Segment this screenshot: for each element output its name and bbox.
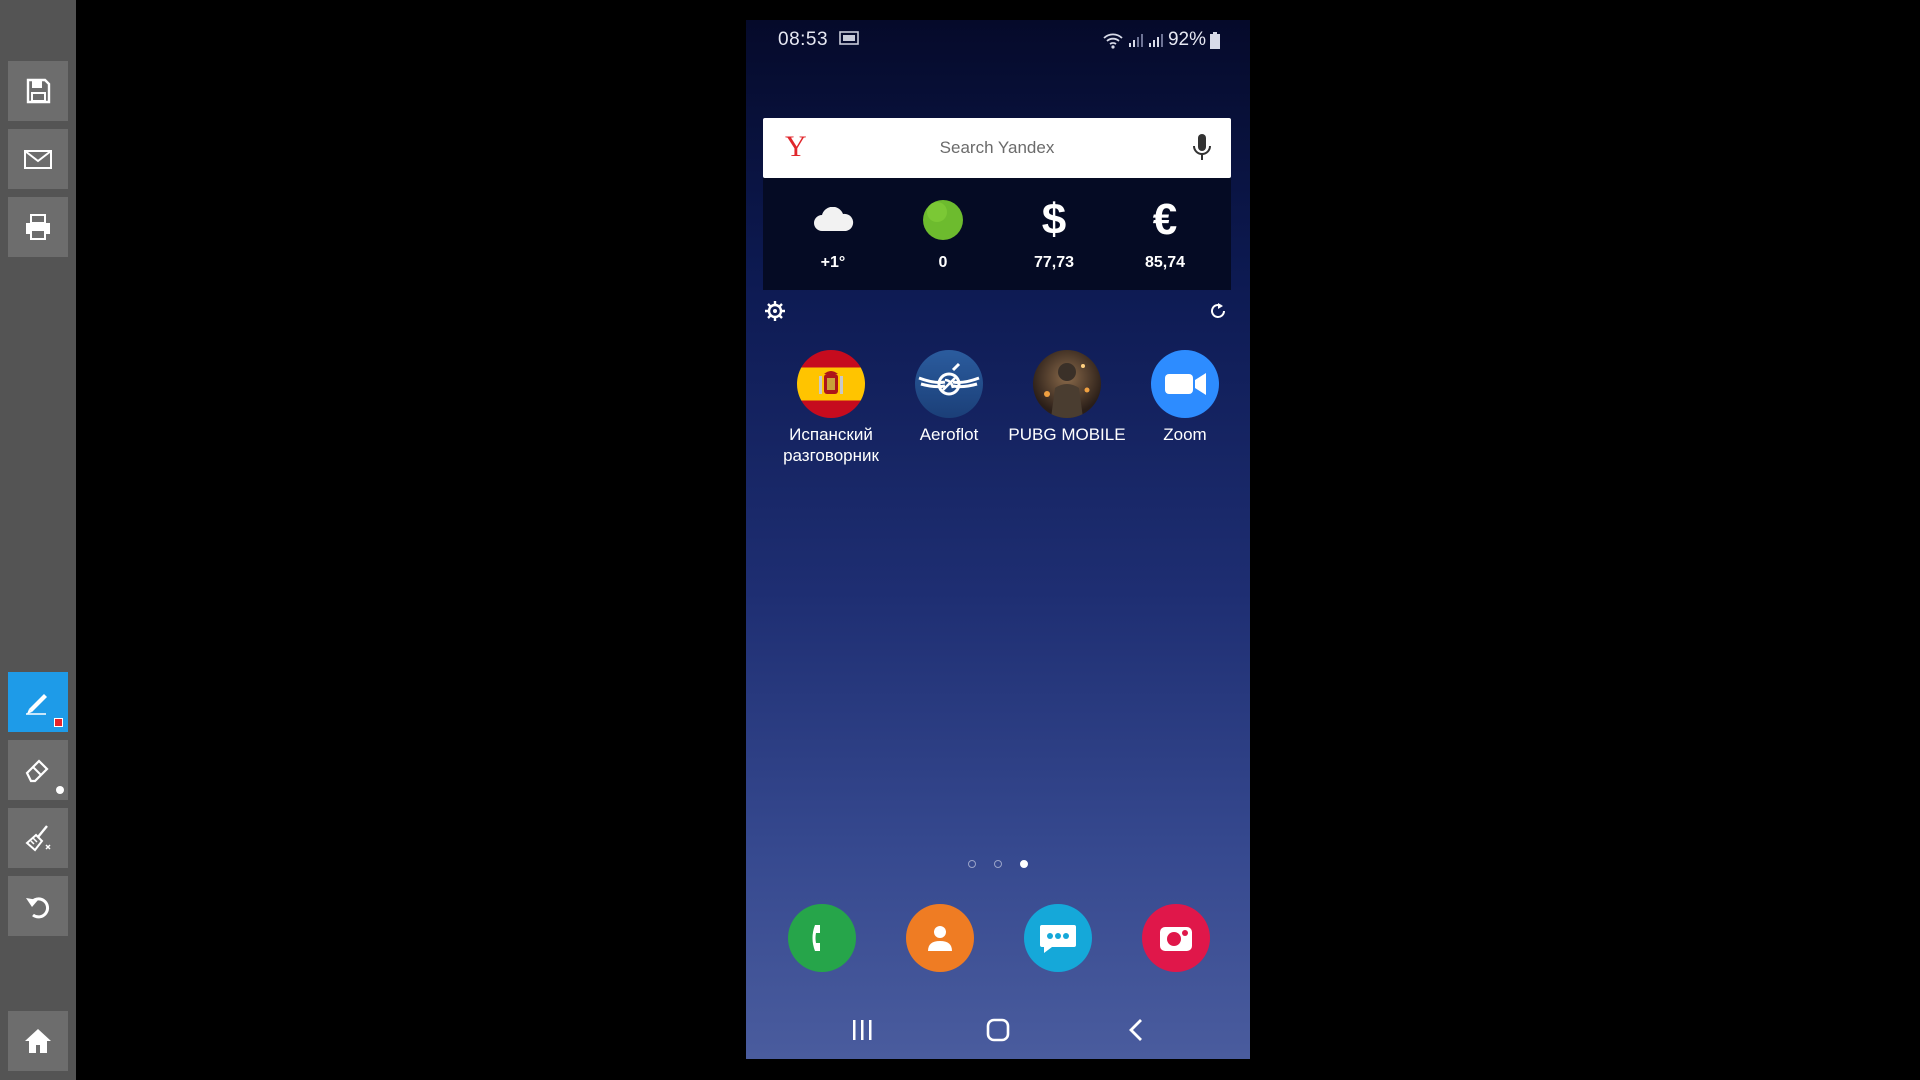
contacts-icon bbox=[928, 926, 952, 951]
page-dot-active[interactable] bbox=[1020, 860, 1028, 868]
app-aeroflot[interactable]: Aeroflot bbox=[890, 350, 1008, 445]
battery-percent: 92% bbox=[1167, 29, 1206, 50]
search-placeholder: Search Yandex bbox=[939, 138, 1055, 157]
recent-apps-icon bbox=[853, 1020, 872, 1040]
traffic-widget[interactable]: 0 bbox=[898, 178, 988, 290]
battery-icon bbox=[1210, 31, 1220, 49]
eraser-tool-button[interactable] bbox=[8, 740, 68, 800]
cloud-icon bbox=[814, 207, 854, 231]
app-spanish-phrasebook[interactable]: Испанский разговорник bbox=[772, 350, 890, 466]
traffic-value: 0 bbox=[938, 254, 948, 271]
app-label: Испанский разговорник bbox=[783, 425, 879, 465]
nav-recent-apps-button[interactable] bbox=[842, 1010, 882, 1050]
weather-value: +1° bbox=[820, 254, 846, 271]
app-label: Aeroflot bbox=[919, 425, 979, 444]
page-dot[interactable] bbox=[994, 860, 1002, 868]
zoom-icon bbox=[1151, 350, 1219, 418]
euro-icon: € bbox=[1152, 195, 1178, 244]
print-button[interactable] bbox=[8, 197, 68, 257]
printer-icon bbox=[26, 214, 50, 240]
gear-icon[interactable] bbox=[764, 300, 786, 322]
usd-value: 77,73 bbox=[1033, 254, 1075, 271]
usd-rate-widget[interactable]: $ 77,73 bbox=[1009, 178, 1099, 290]
undo-icon bbox=[26, 897, 49, 919]
save-icon bbox=[26, 78, 51, 104]
aeroflot-icon bbox=[915, 350, 983, 418]
app-label: Zoom bbox=[1163, 425, 1207, 444]
screen-cast-icon bbox=[839, 31, 859, 45]
app-label: PUBG MOBILE bbox=[1008, 425, 1126, 444]
weather-widget[interactable]: +1° bbox=[788, 178, 878, 290]
yandex-search-bar[interactable]: Y Search Yandex bbox=[763, 118, 1231, 178]
signal-icon bbox=[1128, 34, 1143, 47]
wifi-icon bbox=[1103, 33, 1123, 49]
app-zoom[interactable]: Zoom bbox=[1126, 350, 1244, 445]
envelope-icon bbox=[24, 150, 52, 169]
left-toolbar bbox=[0, 0, 76, 1080]
phone-screen: 08:53 92% Y Search Yandex +1° 0 $ 77,73 … bbox=[746, 20, 1250, 1059]
undo-button[interactable] bbox=[8, 876, 68, 936]
dock-messages[interactable] bbox=[1024, 904, 1092, 972]
refresh-icon[interactable] bbox=[1208, 301, 1228, 321]
eur-value: 85,74 bbox=[1144, 254, 1186, 271]
spain-flag-icon bbox=[797, 350, 865, 418]
pen-color-indicator bbox=[54, 718, 63, 727]
clear-button[interactable] bbox=[8, 808, 68, 868]
messages-icon bbox=[1040, 925, 1076, 953]
dock-phone[interactable] bbox=[788, 904, 856, 972]
home-square-icon bbox=[986, 1018, 1010, 1042]
camera-icon bbox=[1160, 927, 1192, 951]
app-pubg-mobile[interactable]: PUBG MOBILE bbox=[1008, 350, 1126, 445]
status-icons: 92% bbox=[1102, 29, 1220, 51]
pubg-icon bbox=[1033, 350, 1101, 418]
yandex-info-panel: +1° 0 $ 77,73 € 85,74 bbox=[763, 178, 1231, 290]
pen-icon bbox=[26, 694, 47, 715]
home-button[interactable] bbox=[8, 1011, 68, 1071]
dock-camera[interactable] bbox=[1142, 904, 1210, 972]
broom-icon bbox=[25, 825, 51, 852]
eraser-icon bbox=[25, 759, 49, 783]
save-button[interactable] bbox=[8, 61, 68, 121]
eur-rate-widget[interactable]: € 85,74 bbox=[1120, 178, 1210, 290]
back-chevron-icon bbox=[1129, 1019, 1142, 1041]
home-icon bbox=[25, 1029, 51, 1053]
nav-home-button[interactable] bbox=[978, 1010, 1018, 1050]
nav-back-button[interactable] bbox=[1116, 1010, 1156, 1050]
eraser-size-indicator bbox=[56, 786, 64, 794]
dock-contacts[interactable] bbox=[906, 904, 974, 972]
status-bar: 08:53 92% bbox=[746, 20, 1250, 60]
phone-icon bbox=[812, 925, 820, 951]
microphone-icon[interactable] bbox=[1191, 133, 1213, 163]
email-button[interactable] bbox=[8, 129, 68, 189]
pen-tool-button[interactable] bbox=[8, 672, 68, 732]
signal-icon-2 bbox=[1148, 34, 1163, 47]
traffic-indicator-icon bbox=[923, 200, 963, 240]
page-indicator bbox=[968, 860, 1028, 868]
page-dot[interactable] bbox=[968, 860, 976, 868]
status-time: 08:53 bbox=[778, 29, 829, 50]
dollar-icon: $ bbox=[1041, 195, 1067, 244]
